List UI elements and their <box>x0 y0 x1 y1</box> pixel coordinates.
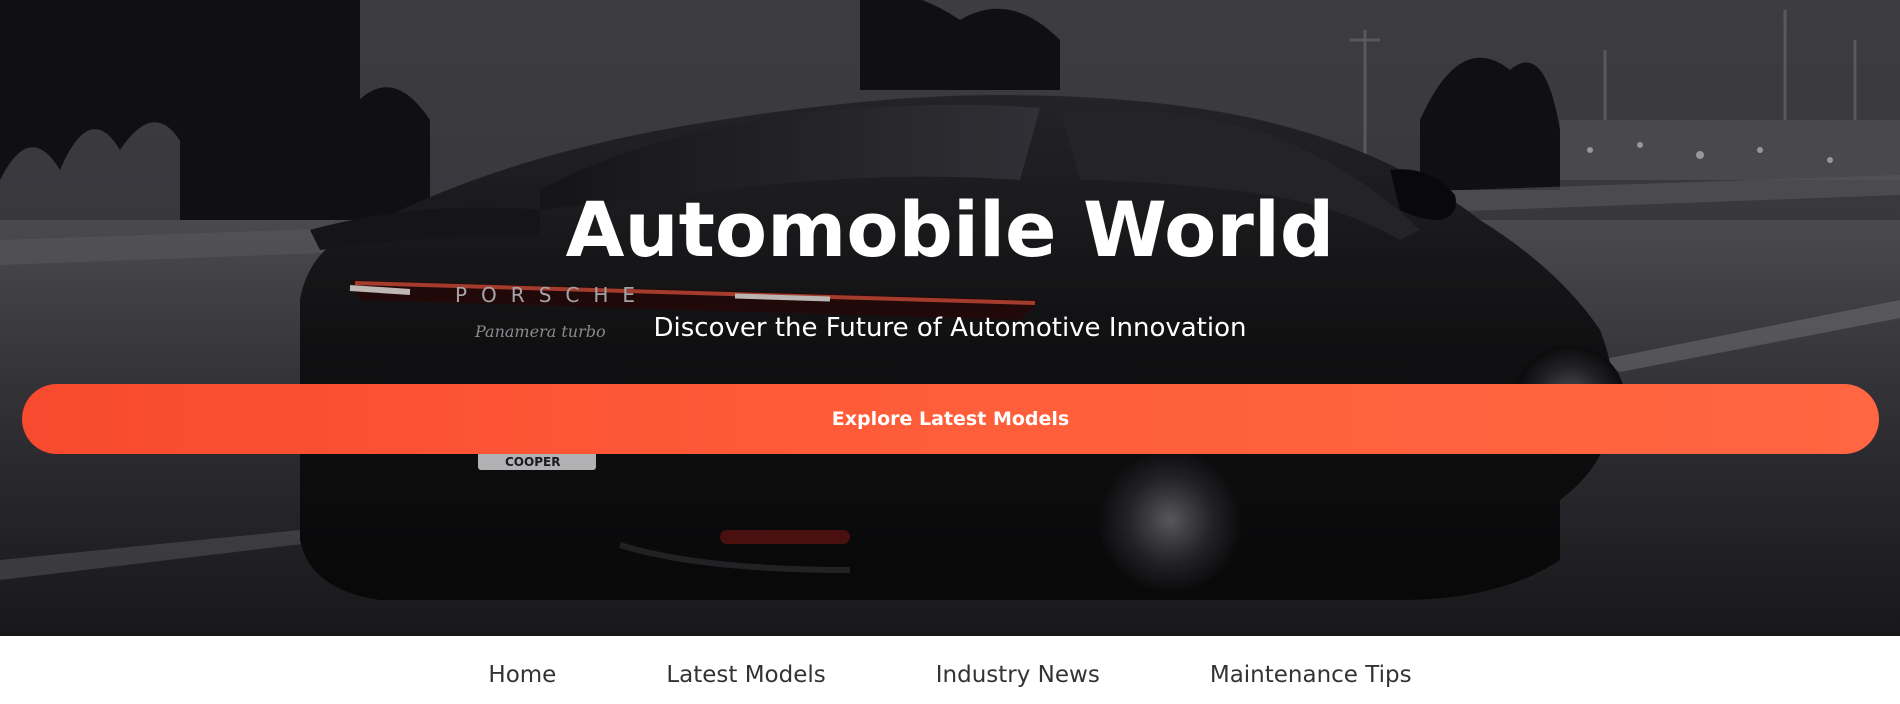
nav-list: Home Latest Models Industry News Mainten… <box>0 636 1900 690</box>
hero-subtitle: Discover the Future of Automotive Innova… <box>653 313 1247 343</box>
hero-section: PORSCHE Panamera turbo COOPER Automobile… <box>0 0 1900 636</box>
explore-latest-models-button[interactable]: Explore Latest Models <box>22 384 1879 454</box>
nav-item-latest-models: Latest Models <box>666 660 825 690</box>
nav-link-industry-news[interactable]: Industry News <box>936 662 1100 688</box>
nav-item-home: Home <box>488 660 556 690</box>
nav-link-latest-models[interactable]: Latest Models <box>666 662 825 688</box>
nav-item-industry-news: Industry News <box>936 660 1100 690</box>
nav-link-maintenance-tips[interactable]: Maintenance Tips <box>1210 662 1412 688</box>
page-title: Automobile World <box>565 185 1335 274</box>
nav-link-home[interactable]: Home <box>488 662 556 688</box>
main-navigation: Home Latest Models Industry News Mainten… <box>0 636 1900 704</box>
nav-item-maintenance-tips: Maintenance Tips <box>1210 660 1412 690</box>
